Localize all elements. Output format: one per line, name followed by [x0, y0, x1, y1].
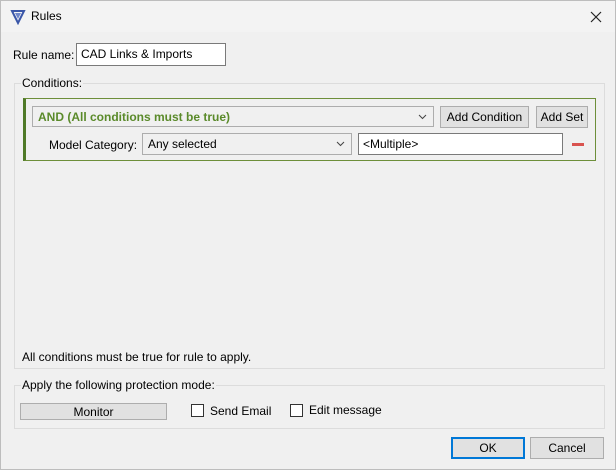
- logic-select-value: AND (All conditions must be true): [38, 110, 230, 124]
- add-set-button[interactable]: Add Set: [536, 106, 588, 128]
- send-email-label: Send Email: [210, 404, 272, 418]
- close-icon: [590, 11, 602, 22]
- title-bar: Rules: [1, 1, 615, 32]
- protection-title: Apply the following protection mode:: [21, 378, 216, 392]
- window-title: Rules: [31, 9, 62, 23]
- logic-select[interactable]: AND (All conditions must be true): [32, 106, 434, 127]
- rules-dialog: Rules Rule name: CAD Links & Imports Con…: [0, 0, 616, 470]
- condition-operator-select[interactable]: Any selected: [142, 133, 352, 155]
- edit-message-label: Edit message: [309, 403, 382, 417]
- conditions-title: Conditions:: [21, 76, 84, 90]
- condition-operator-value: Any selected: [148, 137, 217, 151]
- cancel-button[interactable]: Cancel: [530, 437, 604, 459]
- rule-name-input[interactable]: CAD Links & Imports: [76, 43, 226, 66]
- send-email-checkbox[interactable]: [191, 404, 204, 417]
- chevron-down-icon: [336, 141, 345, 147]
- rule-name-label: Rule name:: [13, 48, 75, 62]
- condition-value-input[interactable]: <Multiple>: [358, 133, 563, 155]
- minus-icon[interactable]: [572, 143, 584, 146]
- shield-logo-icon: [10, 9, 26, 26]
- chevron-down-icon: [418, 114, 427, 120]
- ok-button[interactable]: OK: [451, 437, 525, 459]
- add-condition-button[interactable]: Add Condition: [440, 106, 529, 128]
- close-button[interactable]: [581, 1, 611, 32]
- conditions-footer-text: All conditions must be true for rule to …: [22, 350, 252, 364]
- monitor-mode-button[interactable]: Monitor: [20, 403, 167, 420]
- condition-field-label: Model Category:: [49, 138, 138, 152]
- edit-message-checkbox[interactable]: [290, 404, 303, 417]
